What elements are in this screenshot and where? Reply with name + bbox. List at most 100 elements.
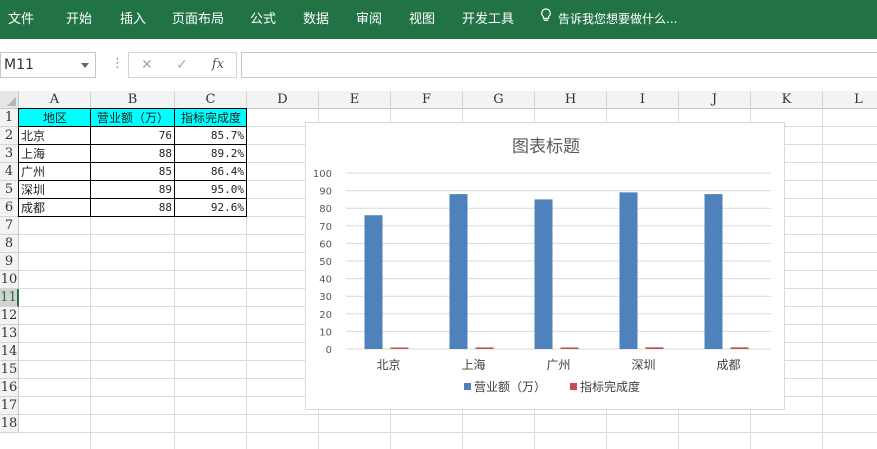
y-tick-label: 80 [319,204,332,215]
y-tick-label: 20 [319,310,332,321]
row-header-12[interactable]: 12 [0,307,19,325]
table-cell[interactable]: 深圳 [19,181,91,199]
bar-revenue [619,192,638,349]
tab-developer[interactable]: 开发工具 [462,0,514,39]
bar-completion [730,347,749,349]
tab-data[interactable]: 数据 [303,0,329,39]
table-header-cell[interactable]: 地区 [19,109,91,127]
row-header-2[interactable]: 2 [0,127,19,145]
row-header-16[interactable]: 16 [0,379,19,397]
table-cell[interactable]: 89 [91,181,175,199]
table-cell[interactable]: 广州 [19,163,91,181]
x-tick-label: 成都 [716,358,740,372]
table-cell[interactable]: 95.0% [175,181,247,199]
row-header-10[interactable]: 10 [0,271,19,289]
row-header-7[interactable]: 7 [0,217,19,235]
bar-completion [645,347,664,349]
table-header-cell[interactable]: 指标完成度 [175,109,247,127]
column-header-F[interactable]: F [391,91,463,109]
table-cell[interactable]: 85 [91,163,175,181]
y-tick-label: 60 [319,239,332,250]
enter-icon[interactable]: ✓ [167,52,197,78]
y-tick-label: 70 [319,222,332,233]
column-header-E[interactable]: E [319,91,391,109]
bar-completion [390,347,409,349]
x-tick-label: 深圳 [631,358,655,372]
column-header-G[interactable]: G [463,91,535,109]
row-header-17[interactable]: 17 [0,397,19,415]
table-header-cell[interactable]: 营业额（万） [91,109,175,127]
row-header-4[interactable]: 4 [0,163,19,181]
tab-file[interactable]: 文件 [8,0,34,39]
chart-title: 图表标题 [512,137,580,157]
select-all-corner[interactable] [0,91,19,109]
row-header-15[interactable]: 15 [0,361,19,379]
bar-revenue [704,194,723,349]
table-cell[interactable]: 成都 [19,199,91,217]
table-cell[interactable]: 上海 [19,145,91,163]
legend-swatch [464,383,471,390]
column-header-B[interactable]: B [91,91,175,109]
column-header-K[interactable]: K [751,91,823,109]
row-header-14[interactable]: 14 [0,343,19,361]
gridline-horizontal [19,414,877,415]
formula-input[interactable] [241,52,877,78]
table-cell[interactable]: 92.6% [175,199,247,217]
row-header-1[interactable]: 1 [0,109,19,127]
tell-me-text: 告诉我您想要做什么... [558,12,678,26]
y-tick-label: 90 [319,187,332,198]
chevron-down-icon[interactable] [81,63,89,68]
table-cell[interactable]: 88 [91,145,175,163]
bar-completion [560,347,579,349]
bar-completion [475,347,494,349]
table-cell[interactable]: 76 [91,127,175,145]
tab-formulas[interactable]: 公式 [250,0,276,39]
insert-function-icon[interactable]: fx [203,52,233,78]
column-header-A[interactable]: A [19,91,91,109]
more-options-icon[interactable]: ⋮ [111,56,124,71]
column-header-J[interactable]: J [679,91,751,109]
table-cell[interactable]: 北京 [19,127,91,145]
row-header-13[interactable]: 13 [0,325,19,343]
x-tick-label: 上海 [461,357,485,372]
column-header-C[interactable]: C [175,91,247,109]
table-cell[interactable]: 86.4% [175,163,247,181]
legend-label: 营业额（万） [474,380,546,394]
name-box[interactable]: M11 [0,52,96,78]
row-header-9[interactable]: 9 [0,253,19,271]
name-box-value: M11 [4,57,34,73]
legend-swatch [570,383,577,390]
tell-me-search[interactable]: 告诉我您想要做什么... [540,0,677,39]
column-header-H[interactable]: H [535,91,607,109]
tab-home[interactable]: 开始 [66,0,92,39]
chart-canvas: 图表标题 0 10 20 30 40 50 60 70 80 90 100 北京 上海 广州 深圳 成都营业额（… [313,137,771,394]
row-header-8[interactable]: 8 [0,235,19,253]
tab-page-layout[interactable]: 页面布局 [172,0,224,39]
row-header-11[interactable]: 11 [0,289,19,307]
table-cell[interactable]: 88 [91,199,175,217]
gridline-horizontal [19,432,877,433]
row-header-3[interactable]: 3 [0,145,19,163]
row-header-18[interactable]: 18 [0,415,19,433]
tab-view[interactable]: 视图 [409,0,435,39]
row-header-5[interactable]: 5 [0,181,19,199]
column-header-I[interactable]: I [607,91,679,109]
bar-revenue [449,194,468,349]
bar-revenue [534,199,553,349]
y-tick-label: 100 [313,169,332,180]
bar-revenue [364,215,383,349]
column-header-L[interactable]: L [823,91,877,109]
ribbon: 文件 开始 插入 页面布局 公式 数据 审阅 视图 开发工具 告诉我您想要做什么… [0,0,877,39]
tab-review[interactable]: 审阅 [356,0,382,39]
tab-insert[interactable]: 插入 [120,0,146,39]
y-tick-label: 30 [319,292,332,303]
table-cell[interactable]: 85.7% [175,127,247,145]
table-cell[interactable]: 89.2% [175,145,247,163]
cancel-icon[interactable]: ✕ [132,52,162,78]
legend-label: 指标完成度 [580,379,640,394]
lightbulb-icon [540,0,556,39]
row-header-6[interactable]: 6 [0,199,19,217]
chart[interactable]: 图表标题 0 10 20 30 40 50 60 70 80 90 100 北京 上海 广州 深圳 成都 营业额（… [305,122,785,410]
column-header-D[interactable]: D [247,91,319,109]
y-tick-label: 0 [326,345,332,356]
